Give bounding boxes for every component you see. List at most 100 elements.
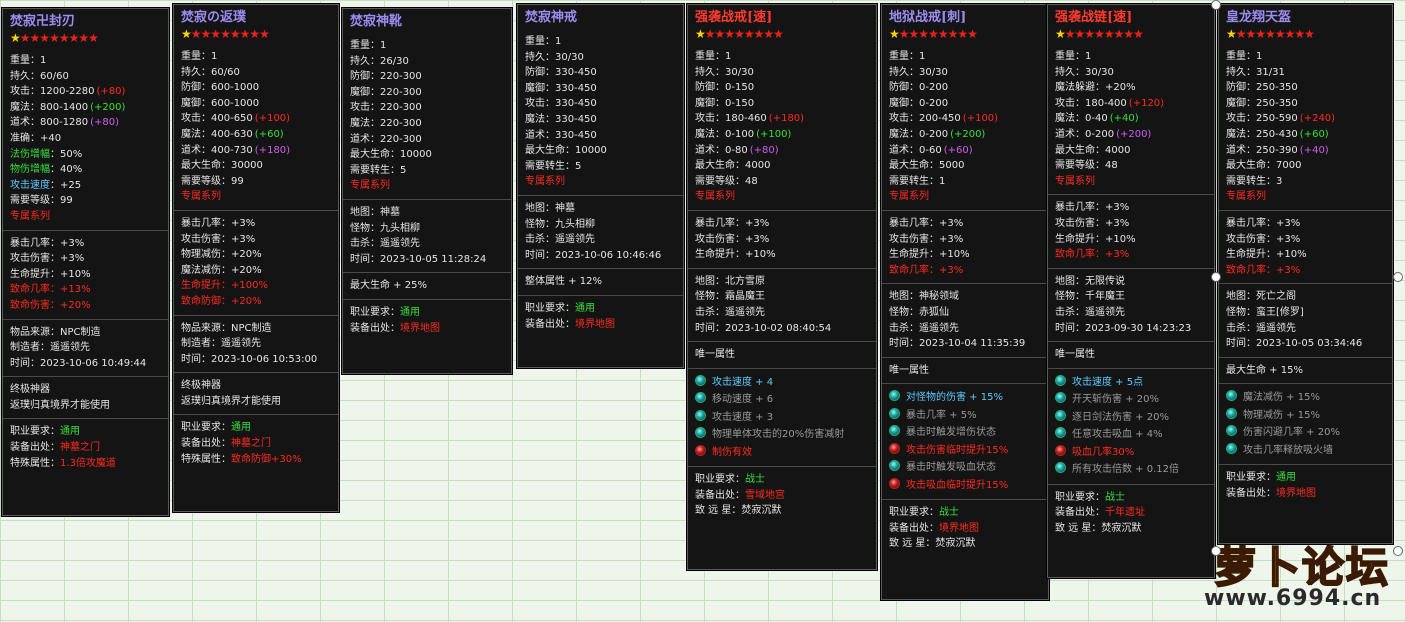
star-icon: ★ [249,27,260,41]
origin-line: 击杀：遥遥领先 [525,234,595,246]
stat-line: 魔御：0-200 [889,97,949,109]
stat-value: 50% [60,148,83,160]
stat-value: 30/30 [725,66,754,78]
unique-text: 暴击几率 + 5% [906,409,977,421]
stat-key: 防御 [1226,82,1246,94]
stat-value: 400-730 [211,144,253,156]
stat-key: 道术 [181,144,201,156]
gem-icon [695,392,706,404]
origin-line: 地图：神秘领域 [889,291,959,303]
item-name: 焚寂卍封刃 [10,14,76,29]
unique-text: 暴击时触发吸血状态 [906,462,996,474]
stat-value: 4000 [745,160,771,172]
requirement-value: 焚寂沉默 [935,538,976,550]
stat-value: 40% [60,164,83,176]
stat-key: 持久 [1226,66,1246,78]
stat-key: 需要转生 [1226,175,1266,187]
star-icon: ★ [1074,27,1086,41]
stat-line: 物伤增幅：40% [10,164,83,176]
gem-icon [889,425,900,437]
stat-key: 物伤增幅 [10,164,50,176]
stat-key: 魔法 [10,101,30,113]
extra-line: 整体属性 + 12% [525,276,602,288]
stat-key: 魔御 [525,82,545,94]
stat-line: 最大生命：30000 [181,160,263,172]
item-tooltip-card: 焚寂の返璞 ★★★★★★★★★ 重量：1 持久：60/60 防御：600-1000 魔御：… [173,4,339,512]
base-stats: 重量：1 持久：30/30 防御：330-450 魔御：330-450 攻击：330-4… [518,29,683,190]
extra-info: 终极神器 返璞归真境界才能使用 [174,372,338,409]
stat-value: 0-200 [919,128,949,140]
unique-line: 暴击时触发增伤状态 [889,424,1041,442]
stat-value: 330-450 [555,67,597,79]
stat-value: 1 [919,51,926,62]
resize-handle[interactable] [1211,0,1221,10]
unique-label: 唯一属性 [1055,349,1095,361]
unique-text: 吸血几率30% [1072,446,1135,458]
unique-line: 攻击速度 + 4 [695,374,869,392]
requirement-value: 战士 [939,507,959,519]
unique-line: 暴击几率 + 5% [889,407,1041,425]
stat-bonus: (+120) [1128,97,1165,109]
requirement-line: 装备出处：神墓之门 [10,440,161,456]
stat-bonus: (+40) [1299,144,1329,156]
stat-bonus: (+40) [1109,113,1139,125]
stat-value: 0-60 [919,144,942,156]
stat-line: 需要转生：5 [350,164,407,176]
unique-text: 攻击速度 + 3 [712,411,774,423]
stat-line: 魔法：330-450 [525,113,597,125]
stat-value: 250-350 [1256,97,1298,109]
unique-text: 暴击时触发增伤状态 [906,427,996,439]
stat-key: 攻击速度 [10,179,50,191]
star-icon: ★ [898,27,910,41]
gem-icon [889,407,900,419]
stat-value: 180-460 [725,113,767,125]
gem-icon [889,390,900,402]
stat-key: 防御 [695,82,715,94]
stat-bonus: (+60) [943,144,973,156]
stat-line: 防御：330-450 [525,67,597,79]
star-icon: ★ [190,27,202,41]
unique-text: 物理单体攻击的20%伤害减射 [712,429,845,441]
origin-line: 击杀：遥遥领先 [1226,322,1296,334]
stat-line: 持久：60/60 [181,66,240,78]
gem-icon [1055,409,1066,421]
stat-key: 最大生命 [695,160,735,172]
stat-bonus: (+200) [90,101,126,113]
resize-handle[interactable] [1211,272,1221,282]
bonus-line: 暴击几率：+3% [695,217,770,229]
stat-key: 重量 [181,51,201,62]
unique-header: 唯一属性 [1048,341,1214,363]
requirement-line: 职业要求：战士 [695,472,869,488]
stat-key: 魔法 [350,117,370,129]
resize-handle[interactable] [1211,546,1221,556]
stat-value: 48 [745,175,758,187]
gem-icon [1055,462,1066,474]
unique-line: 攻击伤害临时提升15% [889,442,1041,460]
resize-handle[interactable] [1393,272,1403,282]
unique-text: 物理减伤 + 15% [1243,409,1320,421]
resize-handle[interactable] [1393,546,1403,556]
stat-key: 最大生命 [350,149,390,161]
stat-key: 法伤增幅 [10,148,50,160]
stat-line: 防御：600-1000 [181,82,260,94]
stat-line: 最大生命：4000 [1055,144,1131,156]
stat-value: 1 [939,175,946,187]
star-icon: ★ [967,27,978,41]
star-icon: ★ [39,31,50,45]
origin-line: 怪物：蛮王[修罗] [1226,306,1304,318]
star-icon: ★ [1274,27,1286,41]
requirement-line: 职业要求：战士 [889,505,1041,521]
unique-text: 魔法减伤 + 15% [1243,392,1320,404]
unique-text: 对怪物的伤害 + 15% [906,392,1003,404]
stat-value: +20% [1105,82,1136,94]
requirement-key: 职业要求： [1055,491,1105,503]
stat-bonus: (+100) [254,113,291,125]
unique-line: 物理单体攻击的20%伤害减射 [695,426,869,444]
stat-key: 魔法 [525,113,545,125]
stat-key: 魔法躲避 [1055,82,1095,94]
star-icon: ★ [1245,27,1257,41]
stat-line: 攻击速度：+25 [10,179,82,191]
requirement-key: 职业要求： [181,422,231,434]
star-icon: ★ [220,27,231,41]
bonus-stats: 暴击几率：+3% 攻击伤害：+3% 物理减伤：+20% 魔法减伤：+20% 生命提升：+… [174,209,338,310]
